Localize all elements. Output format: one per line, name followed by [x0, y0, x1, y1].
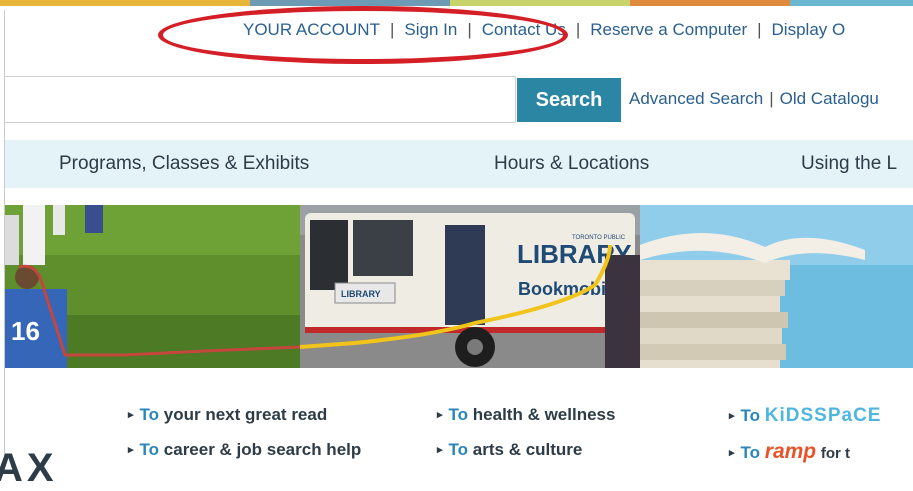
- display-options-link[interactable]: Display O: [772, 20, 846, 40]
- nav-programs-classes-exhibits[interactable]: Programs, Classes & Exhibits: [59, 153, 309, 175]
- search-links: Advanced Search | Old Catalogu: [629, 89, 879, 108]
- highlight-ellipse: [158, 6, 568, 64]
- main-nav: Programs, Classes & Exhibits Hours & Loc…: [5, 140, 913, 188]
- reserve-computer-link[interactable]: Reserve a Computer: [590, 20, 747, 40]
- quick-link-career-job-help[interactable]: ▸ To career & job search help: [128, 440, 361, 460]
- section-heading-fragment: AX: [0, 446, 58, 490]
- old-catalogue-link[interactable]: Old Catalogu: [780, 89, 879, 108]
- search-button[interactable]: Search: [517, 78, 621, 122]
- quick-link-next-great-read[interactable]: ▸ To your next great read: [128, 405, 327, 425]
- search-input[interactable]: [5, 76, 516, 123]
- quick-link-health-wellness[interactable]: ▸ To health & wellness: [437, 405, 615, 425]
- nav-hours-locations[interactable]: Hours & Locations: [494, 153, 649, 175]
- quick-link-kidsspace[interactable]: ▸ To KiDSSPaCE: [729, 405, 881, 427]
- quick-link-ramp[interactable]: ▸ To ramp for t: [729, 440, 850, 464]
- advanced-search-link[interactable]: Advanced Search: [629, 89, 763, 108]
- kidsspace-logo: KiDSSPaCE: [764, 405, 882, 426]
- bus-door-sign: LIBRARY: [341, 289, 381, 299]
- ramp-logo: ramp: [764, 440, 817, 463]
- player-number: 16: [11, 316, 40, 346]
- quick-link-arts-culture[interactable]: ▸ To arts & culture: [437, 440, 582, 460]
- hero-banner[interactable]: 16 LIBRARY TORONTO PUBLIC LIBRARY Bookmo…: [5, 205, 913, 368]
- nav-using-the-library[interactable]: Using the L: [801, 153, 897, 175]
